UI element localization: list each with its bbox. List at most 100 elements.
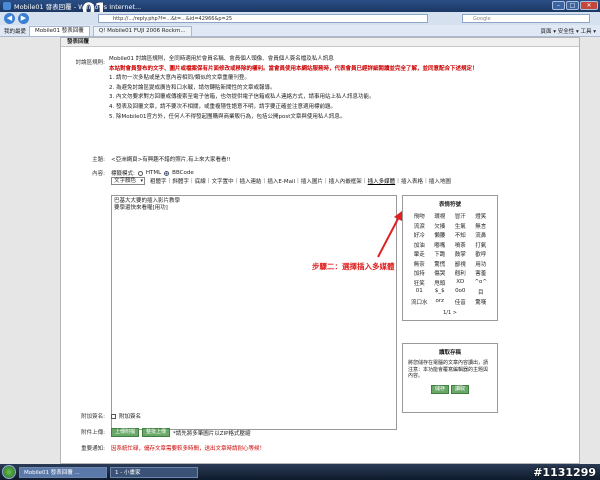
smiley-item[interactable]: 懶腰	[430, 231, 451, 239]
signature-checkbox[interactable]	[111, 413, 116, 419]
taskbar-item-ie[interactable]: Mobile01 發表回覆 ...	[19, 466, 107, 478]
smiley-item[interactable]: 驚慌	[430, 260, 451, 268]
insert-link-button[interactable]: 插入連結	[238, 177, 264, 185]
taskbar-item-paint[interactable]: 1 - 小畫家	[110, 466, 198, 478]
annotation-text: 步驟二：選擇插入多媒體	[312, 262, 395, 271]
center-button[interactable]: 文字置中	[210, 177, 236, 185]
smilies-grid: 飛吻 環視 冒汗 燈笑流淚 欠揍 生氣 無言好冷 懶腰 不知 流鼻加油 嘟嘴 噴茶 打氣暈走 下跪 鼓掌 歡呼…	[403, 212, 497, 306]
smiley-item[interactable]: 加持	[409, 269, 430, 277]
html-radio[interactable]	[137, 170, 143, 176]
forward-icon[interactable]: ▶	[18, 13, 29, 24]
smiley-item[interactable]: 暈走	[409, 250, 430, 258]
attach-note: *請先將多筆圖片以ZIP格式壓縮	[173, 430, 251, 437]
insert-image-button[interactable]: 插入圖片	[299, 177, 325, 185]
smiley-item[interactable]: 下跪	[430, 250, 451, 258]
smiley-item[interactable]: 好冷	[409, 231, 430, 239]
underline-button[interactable]: 底線	[193, 177, 208, 185]
smiley-item[interactable]: 飛吻	[409, 212, 430, 220]
insert-map-button[interactable]: 插入地圖	[427, 177, 453, 185]
smiley-item[interactable]: 欠揍	[430, 222, 451, 230]
editor-toolbar: 文字顏色 粗體字| 斜體字| 底線| 文字置中| 插入連結| 插入E-Mail|…	[111, 177, 453, 185]
content-textarea[interactable]: 巴基大大要的插入影片教學 要學還快來看喔[用功]	[111, 195, 397, 430]
smiley-item[interactable]: 無奈	[409, 260, 430, 268]
url-input[interactable]: http://.../reply.php?f=...&t=...&id=4296…	[98, 14, 428, 23]
smiley-item[interactable]: 目	[471, 288, 492, 296]
tab-fuji[interactable]: Q! Mobile01 FUJI 2006 Rockm...	[92, 25, 192, 36]
smiley-item[interactable]: 嘟嘴	[430, 241, 451, 249]
tab-reply[interactable]: Mobile01 發表回覆	[29, 25, 90, 36]
minimize-button[interactable]: –	[552, 1, 565, 10]
bbcode-radio[interactable]	[164, 170, 170, 176]
panel-header: 發表回覆	[61, 38, 579, 47]
back-icon[interactable]: ◀	[4, 13, 15, 24]
insert-table-button[interactable]: 插入表格	[399, 177, 425, 185]
html-radio-label: HTML	[145, 170, 162, 176]
smiley-item[interactable]: 流淚	[409, 222, 430, 230]
close-button[interactable]: ✕	[580, 1, 598, 10]
smiley-item[interactable]: 噴茶	[450, 241, 471, 249]
rules-item: 4. 發表及回覆文章，請不要次不相關，或重複隱性語意不明，請字要正確並注意適用標…	[109, 103, 336, 110]
text-color-select[interactable]: 文字顏色	[111, 177, 146, 185]
bold-button[interactable]: 粗體字	[148, 177, 169, 185]
insert-media-button[interactable]: 插入多媒體	[366, 177, 398, 185]
draft-box: 讀取存稿 將您儲存在電腦的文章內容讀出，請注意：本功能會覆寫編輯器的主題與內容。…	[402, 343, 498, 413]
smiley-item[interactable]: 無言	[471, 222, 492, 230]
smilies-pager[interactable]: 1/1 >	[403, 310, 497, 320]
save-draft-button[interactable]: 儲存	[430, 384, 449, 394]
smiley-item[interactable]: 冒汗	[450, 212, 471, 220]
mode-label: 標籤模式:	[111, 171, 135, 177]
favorites-button[interactable]: 我的最愛	[4, 27, 26, 35]
notice-label: 重要通知:	[81, 446, 105, 452]
smiley-item[interactable]: 甩頭	[430, 279, 451, 287]
smiley-item[interactable]: 加油	[409, 241, 430, 249]
smiley-item[interactable]: 歡呼	[471, 250, 492, 258]
smiley-item[interactable]: 流口水	[409, 298, 430, 306]
batch-upload-button[interactable]: 整批上傳	[142, 428, 171, 437]
smiley-item[interactable]: 驚嘆	[471, 298, 492, 306]
smiley-item[interactable]: 傷哭	[430, 269, 451, 277]
smiley-item[interactable]: 01	[409, 288, 430, 296]
maximize-button[interactable]: □	[566, 1, 579, 10]
smiley-item[interactable]: XD	[450, 279, 471, 287]
smiley-item[interactable]: 狂笑	[409, 279, 430, 287]
upload-button[interactable]: 上傳附檔	[111, 428, 140, 437]
smiley-item[interactable]: 鄙視	[450, 260, 471, 268]
search-input[interactable]: Google	[462, 14, 590, 23]
rules-text: Mobile01 討論區規則，全同時適用於會員名稱、會員個人頭像、會員個人簽名檔…	[109, 56, 569, 123]
smiley-item[interactable]: 流鼻	[471, 231, 492, 239]
smiley-item[interactable]: 打氣	[471, 241, 492, 249]
insert-iframe-button[interactable]: 插入內嵌框架	[327, 177, 364, 185]
taskbar: Mobile01 發表回覆 ... 1 - 小畫家	[0, 464, 600, 480]
smiley-item[interactable]: 不知	[450, 231, 471, 239]
content-label: 內容:	[92, 171, 105, 177]
tab-bar: 我的最愛 Mobile01 發表回覆 Q! Mobile01 FUJI 2006…	[0, 25, 600, 37]
watermark: #1131299	[533, 466, 596, 479]
attach-label: 附件上傳:	[81, 430, 105, 436]
smiley-item[interactable]: 佳音	[450, 298, 471, 306]
command-bar[interactable]: 頁面 ▾ 安全性 ▾ 工具 ▾	[540, 27, 596, 35]
smiley-item[interactable]: 0o0	[450, 288, 471, 296]
smiley-item[interactable]: 燈笑	[471, 212, 492, 220]
smiley-item[interactable]: $_$	[430, 288, 451, 296]
window-title: Mobile01 發表回覆 - Windows Internet...	[14, 3, 142, 11]
notice-text: 因系統忙碌，儲存文章需要較多時間，送出文章時請耐心等候！	[111, 446, 266, 452]
load-draft-button[interactable]: 讀取	[451, 384, 470, 394]
smiley-item[interactable]: 環視	[430, 212, 451, 220]
draft-title: 讀取存稿	[438, 350, 461, 356]
smiley-item[interactable]: 生氣	[450, 222, 471, 230]
italic-button[interactable]: 斜體字	[170, 177, 191, 185]
smiley-item[interactable]: 鼓掌	[450, 250, 471, 258]
annotation-arrow	[377, 211, 402, 258]
smiley-item[interactable]: 翹利	[450, 269, 471, 277]
insert-email-button[interactable]: 插入E-Mail	[265, 177, 297, 185]
start-button[interactable]	[2, 465, 16, 479]
smiley-item[interactable]: ^o^	[471, 279, 492, 287]
editor-line: 要學還快來看喔[用功]	[114, 205, 168, 211]
subject-input[interactable]: <亞洲網頁>有興趣不錯的照片,有上來大家看看!!	[111, 155, 231, 163]
bbcode-radio-label: BBCode	[172, 170, 194, 176]
smiley-item[interactable]: 害羞	[471, 269, 492, 277]
ie-icon	[3, 2, 11, 10]
smiley-item[interactable]: 用功	[471, 260, 492, 268]
smiley-item[interactable]: orz	[430, 298, 451, 306]
rules-item: 2. 為避免討論區變成廣告和口水戰，請勿轉貼新聞性的文章或報導。	[109, 84, 276, 91]
